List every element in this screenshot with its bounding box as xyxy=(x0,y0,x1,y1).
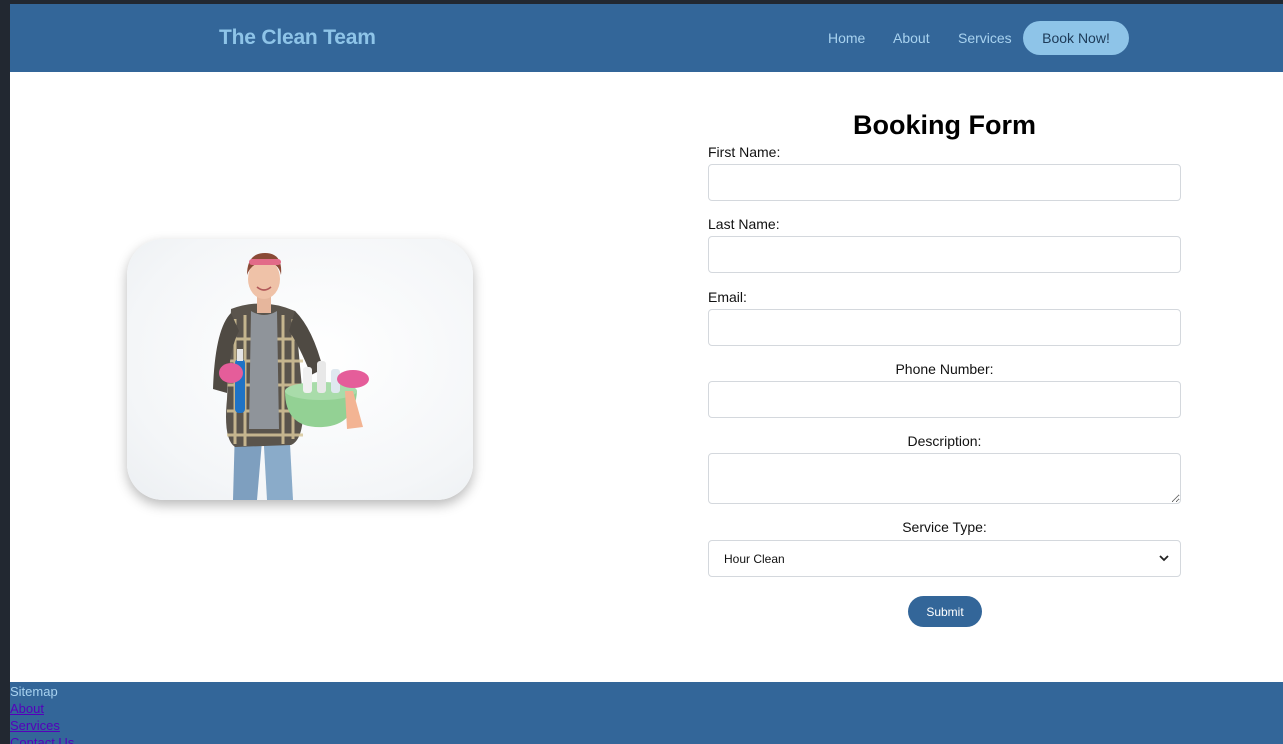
submit-button[interactable]: Submit xyxy=(908,596,982,627)
email-input[interactable] xyxy=(708,309,1181,346)
service-type-select[interactable]: Hour Clean xyxy=(708,540,1181,577)
site-header: The Clean Team Home About Services Book … xyxy=(10,4,1283,72)
chevron-down-icon xyxy=(1159,555,1169,562)
email-label: Email: xyxy=(708,289,747,305)
page: The Clean Team Home About Services Book … xyxy=(10,4,1283,744)
description-label: Description: xyxy=(907,433,982,449)
footer-about-link[interactable]: About xyxy=(10,701,44,716)
service-type-value: Hour Clean xyxy=(724,552,785,566)
first-name-input[interactable] xyxy=(708,164,1181,201)
footer-services-link[interactable]: Services xyxy=(10,718,60,733)
nav-services-link[interactable]: Services xyxy=(958,30,1012,46)
first-name-label: First Name: xyxy=(708,144,781,160)
footer-contact-link[interactable]: Contact Us xyxy=(10,735,74,744)
site-footer: Sitemap About Services Contact Us xyxy=(10,682,1283,744)
last-name-label: Last Name: xyxy=(708,216,780,232)
cleaner-photo xyxy=(127,239,473,500)
booking-form-title: Booking Form xyxy=(853,110,1036,140)
book-now-button[interactable]: Book Now! xyxy=(1023,21,1129,55)
brand-logo[interactable]: The Clean Team xyxy=(219,26,376,50)
cleaner-illustration xyxy=(213,253,369,500)
service-type-label: Service Type: xyxy=(902,519,987,535)
phone-label: Phone Number: xyxy=(895,361,994,377)
last-name-input[interactable] xyxy=(708,236,1181,273)
sitemap-heading: Sitemap xyxy=(10,684,58,699)
phone-input[interactable] xyxy=(708,381,1181,418)
nav-home-link[interactable]: Home xyxy=(828,30,865,46)
description-textarea[interactable] xyxy=(708,453,1181,504)
nav-about-link[interactable]: About xyxy=(893,30,930,46)
